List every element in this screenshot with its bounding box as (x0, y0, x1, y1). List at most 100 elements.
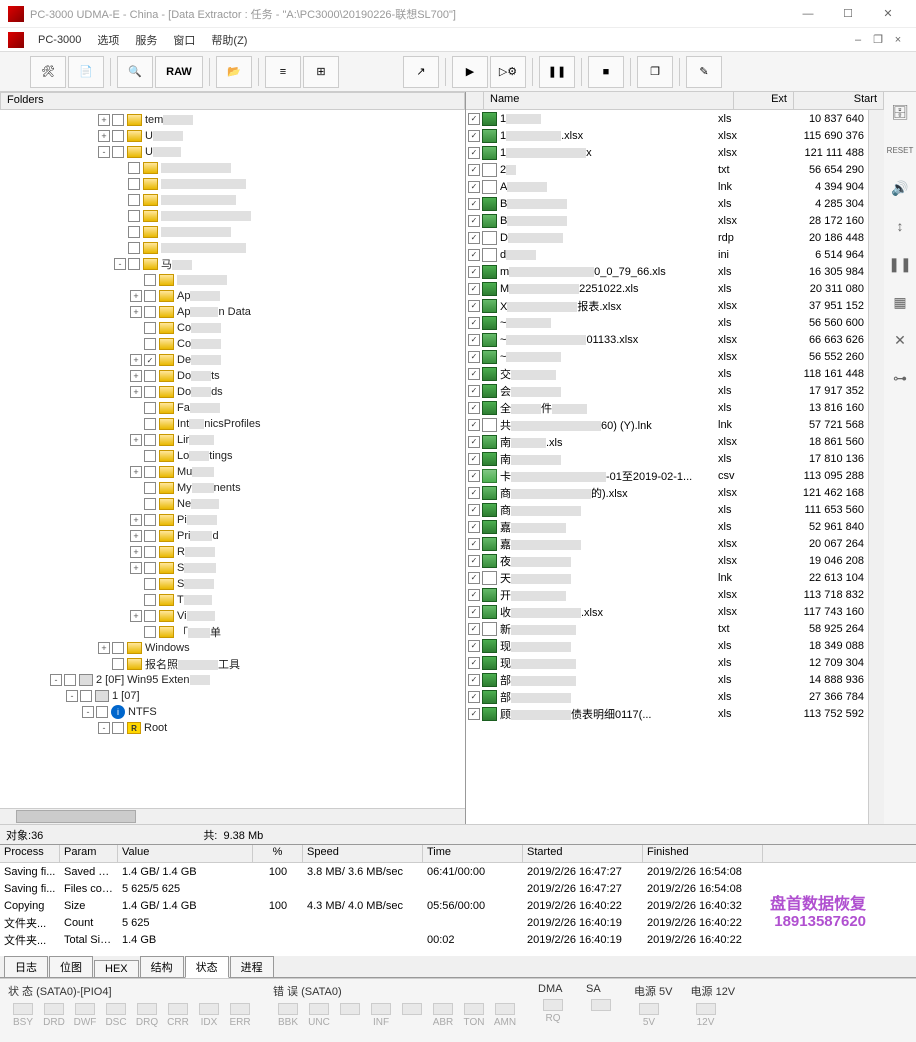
file-row[interactable]: Alnk4 394 904 (466, 178, 868, 195)
tree-node[interactable] (2, 192, 463, 208)
tree-node[interactable] (2, 272, 463, 288)
file-row[interactable]: 收.xlsxxlsx117 743 160 (466, 603, 868, 620)
col-ext[interactable]: Ext (734, 92, 794, 109)
tree-node[interactable]: +Windows (2, 640, 463, 656)
tree-node[interactable] (2, 160, 463, 176)
file-row[interactable]: 全件xls13 816 160 (466, 399, 868, 416)
tree-node[interactable] (2, 208, 463, 224)
mdi-restore[interactable]: ❐ (868, 33, 888, 46)
tree-node[interactable]: -iNTFS (2, 704, 463, 720)
tab-结构[interactable]: 结构 (140, 956, 184, 977)
tool-export-icon[interactable]: ↗ (403, 56, 439, 88)
tree-node[interactable]: -U (2, 144, 463, 160)
file-row[interactable]: ~xlsx56 552 260 (466, 348, 868, 365)
file-row[interactable]: 嘉xls52 961 840 (466, 518, 868, 535)
tree-node[interactable]: S (2, 576, 463, 592)
maximize-button[interactable]: ☐ (828, 2, 868, 26)
process-row[interactable]: Saving fi...Saved si...1.4 GB/ 1.4 GB100… (0, 863, 916, 880)
tab-状态[interactable]: 状态 (185, 956, 229, 978)
file-list[interactable]: 1xls10 837 6401.xlsxxlsx115 690 3761xxls… (466, 110, 868, 824)
tree-node[interactable]: +Dots (2, 368, 463, 384)
file-row[interactable]: Bxlsx28 172 160 (466, 212, 868, 229)
tree-node[interactable]: +S (2, 560, 463, 576)
pcol-finished[interactable]: Finished (643, 845, 763, 862)
menu-options[interactable]: 选项 (89, 30, 127, 50)
file-row[interactable]: 1xls10 837 640 (466, 110, 868, 127)
tree-hscrollbar[interactable] (0, 808, 465, 824)
tree-node[interactable]: +Mu (2, 464, 463, 480)
file-row[interactable]: 南.xlsxlsx18 861 560 (466, 433, 868, 450)
process-table-body[interactable]: Saving fi...Saved si...1.4 GB/ 1.4 GB100… (0, 863, 916, 956)
pcol-value[interactable]: Value (118, 845, 253, 862)
tree-node[interactable]: T (2, 592, 463, 608)
file-row[interactable]: dini6 514 964 (466, 246, 868, 263)
tree-node[interactable] (2, 224, 463, 240)
file-row[interactable]: 夜xlsx19 046 208 (466, 552, 868, 569)
pcol-speed[interactable]: Speed (303, 845, 423, 862)
file-row[interactable]: 新txt58 925 264 (466, 620, 868, 637)
tool-edit-icon[interactable]: ✎ (686, 56, 722, 88)
tree-node[interactable]: +Prid (2, 528, 463, 544)
close-button[interactable]: ✕ (868, 2, 908, 26)
menu-window[interactable]: 窗口 (165, 30, 203, 50)
tree-node[interactable]: Ne (2, 496, 463, 512)
menu-help[interactable]: 帮助(Z) (203, 30, 255, 50)
tree-node[interactable]: -RRoot (2, 720, 463, 736)
pcol-pct[interactable]: % (253, 845, 303, 862)
tree-node[interactable]: +De (2, 352, 463, 368)
tree-node[interactable]: Fa (2, 400, 463, 416)
tool-list2-icon[interactable]: ⊞ (303, 56, 339, 88)
file-row[interactable]: M2251022.xlsxls20 311 080 (466, 280, 868, 297)
col-name[interactable]: Name (484, 92, 734, 109)
file-row[interactable]: 南xls17 810 136 (466, 450, 868, 467)
tree-node[interactable]: +U (2, 128, 463, 144)
tool-folder-open-icon[interactable]: 📂 (216, 56, 252, 88)
minimize-button[interactable]: — (788, 2, 828, 26)
file-row[interactable]: Drdp20 186 448 (466, 229, 868, 246)
file-row[interactable]: 商的).xlsxxlsx121 462 168 (466, 484, 868, 501)
menu-services[interactable]: 服务 (127, 30, 165, 50)
side-slider-icon[interactable]: ↕ (888, 214, 912, 238)
folder-tree[interactable]: +tem+U-U-马+Ap+Apn DataCoCo+De+Dots+DodsF… (0, 110, 465, 808)
file-row[interactable]: 现xls18 349 088 (466, 637, 868, 654)
process-row[interactable]: 文件夹...Total Siz...1.4 GB00:022019/2/26 1… (0, 931, 916, 948)
tab-HEX[interactable]: HEX (94, 960, 139, 977)
file-row[interactable]: 天lnk22 613 104 (466, 569, 868, 586)
file-vscrollbar[interactable] (868, 110, 884, 824)
side-chip-icon[interactable]: ▦ (888, 290, 912, 314)
col-check[interactable] (466, 92, 484, 109)
file-row[interactable]: Bxls4 285 304 (466, 195, 868, 212)
side-reset-icon[interactable]: RESET (888, 138, 912, 162)
tree-node[interactable]: -1 [07] (2, 688, 463, 704)
file-row[interactable]: 交xls118 161 448 (466, 365, 868, 382)
file-row[interactable]: ~01133.xlsxxlsx66 663 626 (466, 331, 868, 348)
tree-node[interactable]: Co (2, 336, 463, 352)
tree-node[interactable]: +Apn Data (2, 304, 463, 320)
file-row[interactable]: 开xlsx113 718 832 (466, 586, 868, 603)
tree-node[interactable] (2, 240, 463, 256)
tool-pause-icon[interactable]: ❚❚ (539, 56, 575, 88)
file-row[interactable]: 现xls12 709 304 (466, 654, 868, 671)
mdi-minimize[interactable]: – (848, 34, 868, 46)
tree-node[interactable]: +Ap (2, 288, 463, 304)
tree-node[interactable]: +R (2, 544, 463, 560)
tree-node[interactable]: +Dods (2, 384, 463, 400)
pcol-started[interactable]: Started (523, 845, 643, 862)
side-x-icon[interactable]: ✕ (888, 328, 912, 352)
file-row[interactable]: 2txt56 654 290 (466, 161, 868, 178)
side-disk-icon[interactable]: 🗄 (888, 100, 912, 124)
tool-list1-icon[interactable]: ≡ (265, 56, 301, 88)
file-row[interactable]: 1xxlsx121 111 488 (466, 144, 868, 161)
col-start[interactable]: Start (794, 92, 884, 109)
tool-doc-icon[interactable]: 📄 (68, 56, 104, 88)
file-row[interactable]: ~xls56 560 600 (466, 314, 868, 331)
file-row[interactable]: 部xls14 888 936 (466, 671, 868, 688)
tree-node[interactable]: Co (2, 320, 463, 336)
tab-日志[interactable]: 日志 (4, 956, 48, 977)
file-row[interactable]: 嘉xlsx20 067 264 (466, 535, 868, 552)
tab-进程[interactable]: 进程 (230, 956, 274, 977)
pcol-param[interactable]: Param (60, 845, 118, 862)
tool-raw-button[interactable]: RAW (155, 56, 203, 88)
file-row[interactable]: 部xls27 366 784 (466, 688, 868, 705)
tool-play-settings-icon[interactable]: ▷⚙ (490, 56, 526, 88)
